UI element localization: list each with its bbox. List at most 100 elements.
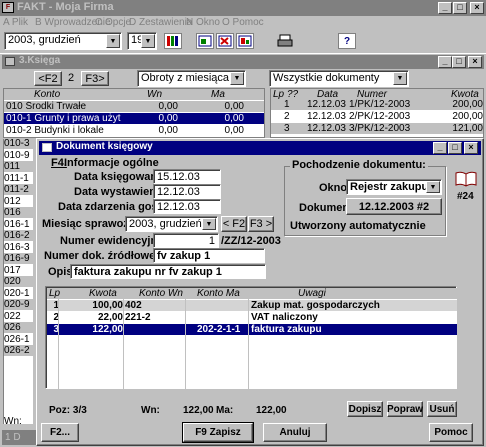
docs-select[interactable]: Wszystkie dokumenty ▼ [269, 70, 409, 87]
account-stub[interactable]: 026 [4, 322, 34, 333]
chevron-down-icon: ▼ [202, 218, 216, 230]
desc-input[interactable]: faktura zakupu nr fv zakup 1 [70, 264, 266, 279]
doc-date: 12.12.03 [307, 123, 346, 134]
month-next-button[interactable]: F3 > [248, 216, 274, 232]
account-name: 010-2 Budynki i lokale [6, 125, 104, 136]
report-icon[interactable] [236, 33, 254, 49]
date-event-input[interactable]: 12.12.03 [153, 199, 221, 214]
export-icon[interactable] [196, 33, 214, 49]
entry-kwota: 100,00 [92, 300, 123, 311]
account-stub[interactable]: 011 [4, 161, 34, 172]
doc-label: Dokument [299, 202, 353, 214]
account-stub[interactable]: 016-3 [4, 242, 34, 253]
entry-uwagi: Zakup mat. gospodarczych [251, 300, 380, 311]
close-button[interactable]: × [470, 2, 484, 14]
account-stub-list: 010-3 010-9 011 011-1 011-2 012 016 016-1 016-2 0… [4, 138, 34, 428]
entries-header: Lp Kwota Konto Wn Konto Ma Uwagi [47, 288, 457, 299]
app-icon: F [2, 2, 14, 13]
entry-row[interactable]: 2 22,00 221-2 VAT naliczony [47, 312, 457, 323]
maximize-button[interactable]: □ [453, 2, 467, 14]
source-input[interactable]: fv zakup 1 [153, 248, 265, 263]
menu-plik[interactable]: A Plik [3, 17, 28, 28]
taskbar-item[interactable]: 1 D [2, 430, 38, 445]
column-divider [58, 299, 59, 389]
header-wn: Wn [147, 89, 162, 100]
menu-okno[interactable]: N Okno [186, 17, 220, 28]
calendar-icon[interactable] [164, 33, 182, 49]
minimize-button[interactable]: _ [438, 2, 452, 14]
source-document-button[interactable]: 12.12.2003 #2 [346, 198, 442, 215]
delete-icon[interactable] [216, 33, 234, 49]
save-button[interactable]: F9 Zapisz [182, 422, 254, 443]
account-stub[interactable]: 020-9 [4, 299, 34, 310]
date-issue-label: Data wystawienia [74, 186, 166, 198]
month-prev-button[interactable]: < F2 [221, 216, 247, 232]
dialog-maximize-button[interactable]: □ [448, 142, 462, 154]
window-select[interactable]: Rejestr zakupu ▼ [346, 179, 442, 195]
day-select[interactable]: 19 ▼ [127, 32, 157, 50]
cancel-button[interactable]: Anuluj [263, 423, 327, 442]
account-stub[interactable]: 011-1 [4, 173, 34, 184]
entry-row-selected[interactable]: 3 122,00 202-2-1-1 faktura zakupu [47, 324, 457, 335]
turnover-select[interactable]: Obroty z miesiąca ▼ [137, 70, 246, 87]
account-row-selected[interactable]: 010-1 Grunty i prawa użyt 0,00 0,00 [4, 113, 264, 124]
account-stub[interactable]: 017 [4, 265, 34, 276]
book-number: #24 [457, 191, 474, 202]
account-row[interactable]: 010 Środki Trwałe 0,00 0,00 [4, 101, 264, 112]
help-button[interactable]: Pomoc [429, 423, 473, 442]
account-stub[interactable]: 016-1 [4, 219, 34, 230]
f2-button[interactable]: F2... [41, 423, 79, 442]
docs-select-value: Wszystkie dokumenty [273, 72, 380, 84]
delete-entry-button[interactable]: Usuń [427, 401, 457, 417]
ksiega-close-button[interactable]: × [468, 56, 482, 68]
date-issue-input[interactable]: 12.12.03 [153, 184, 221, 199]
help-icon[interactable]: ? [338, 33, 356, 49]
document-row[interactable]: 2 12.12.03 2/PK/12-2003 200,00 [271, 111, 483, 122]
date-book-input[interactable]: 15.12.03 [153, 169, 221, 184]
wn-label: Wn: [141, 405, 160, 416]
document-row[interactable]: 1 12.12.03 1/PK/12-2003 200,00 [271, 99, 483, 110]
account-stub[interactable]: 012 [4, 196, 34, 207]
ksiega-title: 3.Księga [19, 55, 61, 66]
chevron-down-icon: ▼ [426, 181, 440, 193]
account-stub[interactable]: 016-2 [4, 230, 34, 241]
account-stub[interactable]: 026-1 [4, 334, 34, 345]
next-page-button[interactable]: F3> [81, 71, 109, 86]
header-konto-wn: Konto Wn [139, 288, 183, 299]
account-row[interactable]: 010-2 Budynki i lokale 0,00 0,00 [4, 125, 264, 136]
evid-suffix: /ZZ/12-2003 [221, 235, 281, 247]
account-stub[interactable]: 020 [4, 276, 34, 287]
column-divider [248, 299, 249, 389]
origin-title: Pochodzenie dokumentu: [290, 159, 428, 171]
evid-input[interactable]: 1 [153, 233, 219, 248]
account-stub[interactable]: 011-2 [4, 184, 34, 195]
menu-zestawienia[interactable]: D Zestawienia [129, 17, 192, 28]
printer-icon[interactable] [276, 33, 294, 49]
account-stub[interactable]: 010-3 [4, 138, 34, 149]
dialog-close-button[interactable]: × [464, 142, 478, 154]
menu-pomoc[interactable]: O Pomoc [222, 17, 264, 28]
entry-row[interactable]: 1 100,00 402 Zakup mat. gospodarczych [47, 300, 457, 311]
account-stub[interactable]: 020-1 [4, 288, 34, 299]
account-stub[interactable]: 022 [4, 311, 34, 322]
entry-konto-wn: 402 [125, 300, 142, 311]
edit-entry-button[interactable]: Popraw [387, 401, 423, 417]
account-wn: 0,00 [158, 101, 178, 112]
ksiega-maximize-button[interactable]: □ [452, 56, 466, 68]
document-row[interactable]: 3 12.12.03 3/PK/12-2003 121,00 [271, 123, 483, 134]
account-stub[interactable]: 016-9 [4, 253, 34, 264]
chevron-down-icon: ▼ [106, 34, 120, 48]
add-entry-button[interactable]: Dopisz [347, 401, 383, 417]
month-select[interactable]: 2003, grudzień ▼ [4, 32, 122, 50]
doc-number: 3/PK/12-2003 [349, 123, 411, 134]
menu-opcje[interactable]: C Opcje [95, 17, 131, 28]
account-stub[interactable]: 026-2 [4, 345, 34, 356]
month-report-select[interactable]: 2003, grudzień ▼ [125, 216, 218, 232]
account-stub[interactable]: 010-9 [4, 150, 34, 161]
ksiega-minimize-button[interactable]: _ [438, 56, 452, 68]
account-stub[interactable]: 016 [4, 207, 34, 218]
dialog-minimize-button[interactable]: _ [433, 142, 447, 154]
account-name: 010 Środki Trwałe [6, 101, 87, 112]
prev-page-button[interactable]: <F2 [34, 71, 62, 86]
book-icon[interactable] [455, 171, 477, 189]
